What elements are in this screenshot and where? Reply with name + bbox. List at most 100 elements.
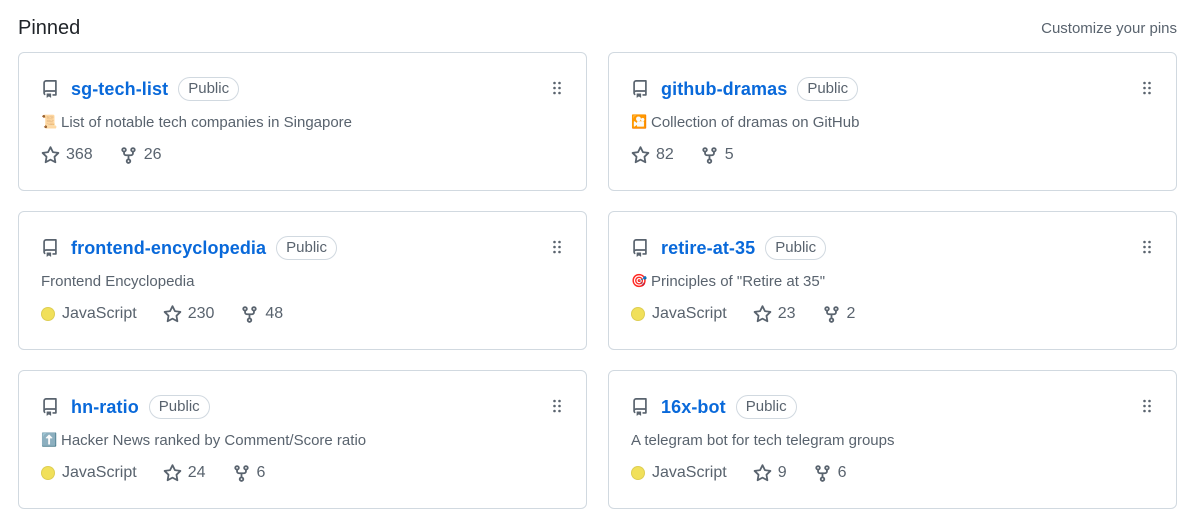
repo-name-link[interactable]: retire-at-35 [661,238,755,259]
pinned-repo-card: hn-ratio Public ⬆️ Hacker News ranked by… [18,370,587,509]
fork-icon [814,464,830,482]
visibility-badge: Public [178,77,240,101]
stargazers-link[interactable]: 82 [631,145,674,165]
description-emoji: 🎯 [631,273,648,288]
pinned-repo-card: 16x-bot Public A telegram bot for tech t… [608,370,1177,509]
description-text: Hacker News ranked by Comment/Score rati… [61,431,367,449]
description-text: Collection of dramas on GitHub [651,113,860,131]
forks-link[interactable]: 5 [700,146,734,165]
drag-handle-icon[interactable] [552,240,562,254]
visibility-badge: Public [735,395,797,419]
repo-icon [631,79,649,99]
star-count: 24 [187,464,206,481]
language-color-dot [41,307,55,321]
pinned-repo-card: retire-at-35 Public 🎯 Principles of "Ret… [608,211,1177,350]
star-icon [41,145,60,163]
stargazers-link[interactable]: 368 [41,145,93,165]
repo-description: ⬆️ Hacker News ranked by Comment/Score r… [41,431,564,449]
description-emoji: ⬆️ [41,432,58,447]
repo-stats: 82 5 [631,145,1154,165]
pinned-repo-card: frontend-encyclopedia Public Frontend En… [18,211,587,350]
repo-icon [631,397,649,417]
stargazers-link[interactable]: 23 [753,304,796,324]
pinned-header: Pinned Customize your pins [18,14,1177,42]
repo-language: JavaScript [631,305,727,323]
repo-description: 🎦 Collection of dramas on GitHub [631,113,1154,131]
repo-description: Frontend Encyclopedia [41,272,564,290]
star-count: 23 [777,305,796,322]
repo-icon [631,238,649,258]
visibility-badge: Public [276,236,337,260]
repo-name-link[interactable]: sg-tech-list [71,79,168,100]
stargazers-link[interactable]: 9 [753,463,787,483]
stargazers-link[interactable]: 24 [163,463,206,483]
fork-count: 6 [256,464,266,481]
description-text: List of notable tech companies in Singap… [61,113,353,131]
drag-handle-icon[interactable] [1142,81,1152,95]
forks-link[interactable]: 6 [813,464,847,483]
forks-link[interactable]: 2 [822,305,856,324]
forks-link[interactable]: 26 [119,146,162,165]
drag-handle-icon[interactable] [552,399,562,413]
star-count: 9 [777,464,787,481]
language-color-dot [41,466,55,480]
stargazers-link[interactable]: 230 [163,304,215,324]
customize-pins-link[interactable]: Customize your pins [1041,20,1177,37]
star-icon [631,145,650,163]
visibility-badge: Public [148,395,210,419]
star-icon [163,304,181,322]
repo-icon [41,238,59,258]
repo-stats: JavaScript 230 48 [41,304,564,324]
repo-icon [41,79,59,99]
forks-link[interactable]: 6 [232,464,266,483]
pinned-repos-grid: sg-tech-list Public 📜 List of notable te… [18,52,1177,509]
repo-stats: 368 26 [41,145,564,165]
language-label: JavaScript [62,464,137,481]
fork-count: 48 [265,305,284,322]
visibility-badge: Public [765,236,827,260]
star-count: 368 [66,146,93,163]
repo-description: 📜 List of notable tech companies in Sing… [41,113,564,131]
language-color-dot [631,307,645,321]
description-text: Principles of "Retire at 35" [651,272,826,290]
description-emoji: 📜 [41,114,58,129]
repo-name-link[interactable]: frontend-encyclopedia [71,238,266,259]
repo-description: A telegram bot for tech telegram groups [631,431,1154,449]
drag-handle-icon[interactable] [552,81,562,95]
repo-stats: JavaScript 23 2 [631,304,1154,324]
visibility-badge: Public [797,77,859,101]
repo-language: JavaScript [631,464,727,482]
fork-count: 5 [724,146,734,163]
description-text: Frontend Encyclopedia [41,272,195,290]
drag-handle-icon[interactable] [1142,240,1152,254]
fork-icon [121,146,136,164]
pinned-repo-card: github-dramas Public 🎦 Collection of dra… [608,52,1177,191]
star-icon [753,304,771,322]
repo-name-link[interactable]: 16x-bot [661,397,726,418]
language-label: JavaScript [652,464,727,481]
star-count: 82 [656,146,674,163]
repo-name-link[interactable]: github-dramas [661,79,787,100]
description-text: A telegram bot for tech telegram groups [631,431,895,449]
repo-language: JavaScript [41,305,137,323]
fork-count: 26 [143,146,162,163]
fork-count: 6 [837,464,847,481]
repo-icon [41,397,59,417]
forks-link[interactable]: 48 [240,305,283,324]
drag-handle-icon[interactable] [1142,399,1152,413]
fork-icon [702,146,717,164]
fork-count: 2 [846,305,856,322]
repo-stats: JavaScript 24 6 [41,463,564,483]
language-color-dot [631,466,645,480]
repo-language: JavaScript [41,464,137,482]
fork-icon [242,305,258,323]
language-label: JavaScript [652,305,727,322]
fork-icon [233,464,249,482]
star-icon [753,463,771,481]
repo-name-link[interactable]: hn-ratio [71,397,139,418]
section-title: Pinned [18,16,81,39]
repo-description: 🎯 Principles of "Retire at 35" [631,272,1154,290]
fork-icon [823,305,839,323]
language-label: JavaScript [62,305,137,322]
star-count: 230 [187,305,215,322]
